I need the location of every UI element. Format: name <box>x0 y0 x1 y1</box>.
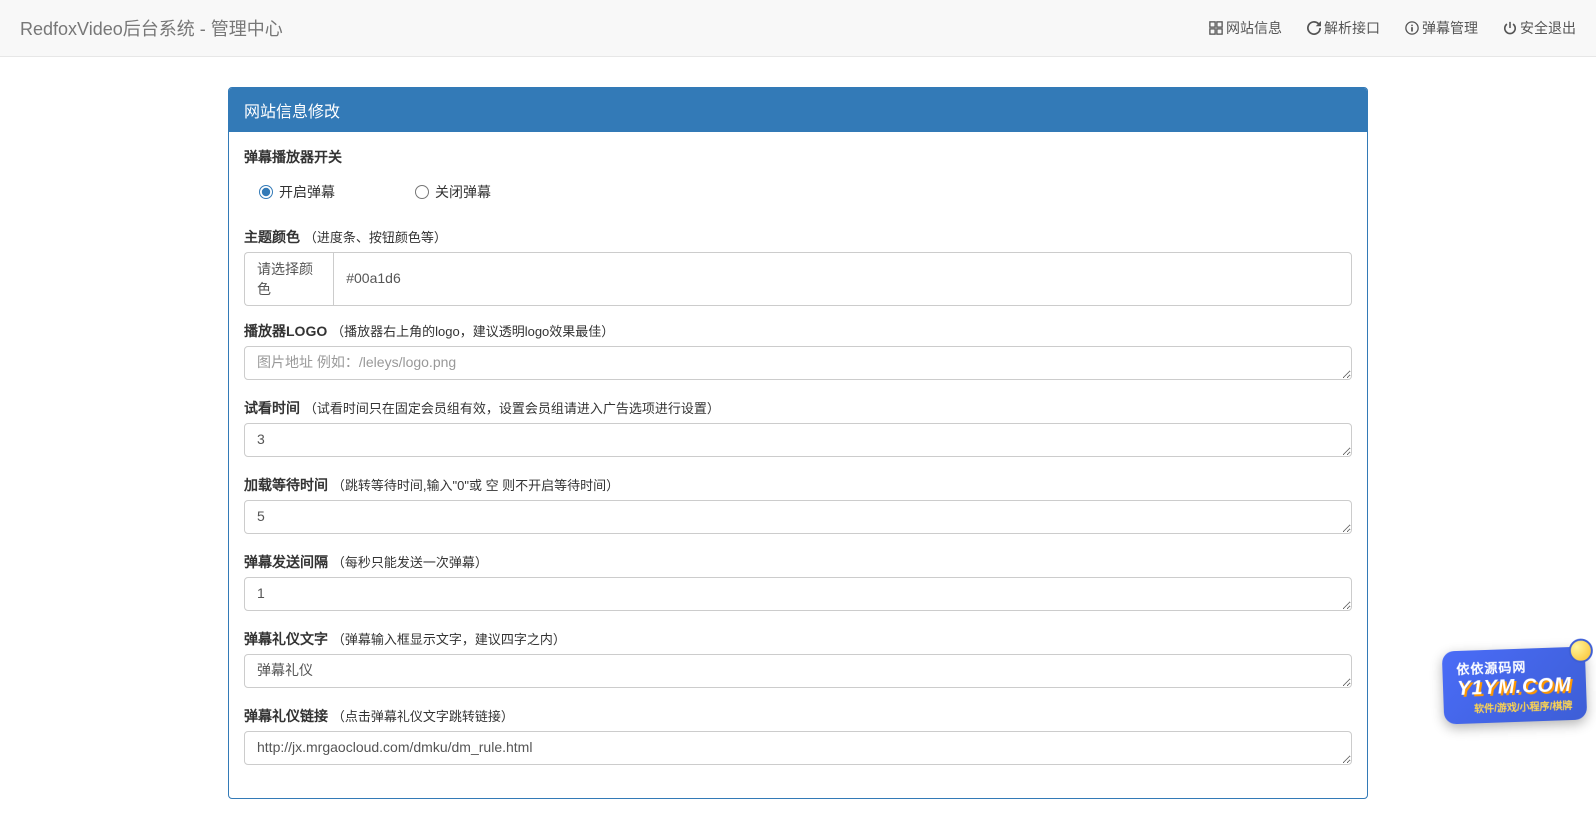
theme-color-label: 主题颜色 （进度条、按钮颜色等） <box>244 227 1352 247</box>
radio-label: 关闭弹幕 <box>435 182 491 202</box>
nav-label: 解析接口 <box>1324 18 1380 38</box>
danmu-on-option[interactable]: 开启弹幕 <box>259 182 335 202</box>
nav-parse-api[interactable]: 解析接口 <box>1307 18 1380 38</box>
etiquette-link-group: 弹幕礼仪链接 （点击弹幕礼仪文字跳转链接） http://jx.mrgaoclo… <box>244 706 1352 768</box>
etiquette-link-label: 弹幕礼仪链接 （点击弹幕礼仪文字跳转链接） <box>244 706 1352 726</box>
danmu-interval-label: 弹幕发送间隔 （每秒只能发送一次弹幕） <box>244 552 1352 572</box>
theme-color-input-group: 请选择颜色 <box>244 252 1352 306</box>
preview-time-label: 试看时间 （试看时间只在固定会员组有效，设置会员组请进入广告选项进行设置） <box>244 398 1352 418</box>
danmu-interval-group: 弹幕发送间隔 （每秒只能发送一次弹幕） 1 <box>244 552 1352 614</box>
etiquette-link-hint: （点击弹幕礼仪文字跳转链接） <box>332 709 514 724</box>
grid-icon <box>1209 21 1223 35</box>
panel-body: 弹幕播放器开关 开启弹幕 关闭弹幕 主题颜色 （进度条、按钮颜色等） <box>229 132 1367 798</box>
watermark-circle-icon <box>1568 638 1593 663</box>
nav-label: 网站信息 <box>1226 18 1282 38</box>
nav-label: 弹幕管理 <box>1422 18 1478 38</box>
danmu-on-radio[interactable] <box>259 185 273 199</box>
nav-label: 安全退出 <box>1520 18 1576 38</box>
nav-menu: 网站信息 解析接口 弹幕管理 安全退出 <box>1209 18 1576 38</box>
loading-wait-input[interactable]: 5 <box>244 500 1352 534</box>
color-picker-addon[interactable]: 请选择颜色 <box>244 252 333 306</box>
player-logo-input[interactable] <box>244 346 1352 380</box>
watermark-sub: 软件/游戏/小程序/棋牌 <box>1458 697 1573 716</box>
danmu-switch-options: 开启弹幕 关闭弹幕 <box>244 172 1352 212</box>
nav-danmu-manage[interactable]: 弹幕管理 <box>1405 18 1478 38</box>
app-title: RedfoxVideo后台系统 - 管理中心 <box>20 15 283 41</box>
danmu-interval-input[interactable]: 1 <box>244 577 1352 611</box>
player-logo-label: 播放器LOGO （播放器右上角的logo，建议透明logo效果最佳） <box>244 321 1352 341</box>
etiquette-text-label: 弹幕礼仪文字 （弹幕输入框显示文字，建议四字之内） <box>244 629 1352 649</box>
danmu-switch-label: 弹幕播放器开关 <box>244 147 1352 167</box>
theme-color-group: 主题颜色 （进度条、按钮颜色等） 请选择颜色 <box>244 227 1352 306</box>
etiquette-text-input[interactable]: 弹幕礼仪 <box>244 654 1352 688</box>
danmu-interval-hint: （每秒只能发送一次弹幕） <box>332 555 488 570</box>
theme-color-hint: （进度条、按钮颜色等） <box>304 230 447 245</box>
player-logo-hint: （播放器右上角的logo，建议透明logo效果最佳） <box>331 324 614 339</box>
preview-time-input[interactable]: 3 <box>244 423 1352 457</box>
navbar: RedfoxVideo后台系统 - 管理中心 网站信息 解析接口 弹幕管理 安全… <box>0 0 1596 57</box>
watermark-badge: 依依源码网 Y1YM.COM 软件/游戏/小程序/棋牌 <box>1442 647 1587 725</box>
nav-site-info[interactable]: 网站信息 <box>1209 18 1282 38</box>
main-container: 网站信息修改 弹幕播放器开关 开启弹幕 关闭弹幕 主题颜色 <box>213 87 1383 799</box>
preview-time-hint: （试看时间只在固定会员组有效，设置会员组请进入广告选项进行设置） <box>304 401 720 416</box>
player-logo-group: 播放器LOGO （播放器右上角的logo，建议透明logo效果最佳） <box>244 321 1352 383</box>
loading-wait-hint: （跳转等待时间,输入"0"或 空 则不开启等待时间） <box>332 478 619 493</box>
nav-logout[interactable]: 安全退出 <box>1503 18 1576 38</box>
power-icon <box>1503 21 1517 35</box>
theme-color-input[interactable] <box>333 252 1352 306</box>
danmu-off-option[interactable]: 关闭弹幕 <box>415 182 491 202</box>
danmu-switch-group: 弹幕播放器开关 开启弹幕 关闭弹幕 <box>244 147 1352 212</box>
panel-title: 网站信息修改 <box>229 88 1367 132</box>
refresh-icon <box>1307 21 1321 35</box>
radio-label: 开启弹幕 <box>279 182 335 202</box>
etiquette-text-hint: （弹幕输入框显示文字，建议四字之内） <box>332 632 566 647</box>
settings-panel: 网站信息修改 弹幕播放器开关 开启弹幕 关闭弹幕 主题颜色 <box>228 87 1368 799</box>
loading-wait-label: 加载等待时间 （跳转等待时间,输入"0"或 空 则不开启等待时间） <box>244 475 1352 495</box>
etiquette-text-group: 弹幕礼仪文字 （弹幕输入框显示文字，建议四字之内） 弹幕礼仪 <box>244 629 1352 691</box>
preview-time-group: 试看时间 （试看时间只在固定会员组有效，设置会员组请进入广告选项进行设置） 3 <box>244 398 1352 460</box>
loading-wait-group: 加载等待时间 （跳转等待时间,输入"0"或 空 则不开启等待时间） 5 <box>244 475 1352 537</box>
etiquette-link-input[interactable]: http://jx.mrgaocloud.com/dmku/dm_rule.ht… <box>244 731 1352 765</box>
danmu-off-radio[interactable] <box>415 185 429 199</box>
info-icon <box>1405 21 1419 35</box>
